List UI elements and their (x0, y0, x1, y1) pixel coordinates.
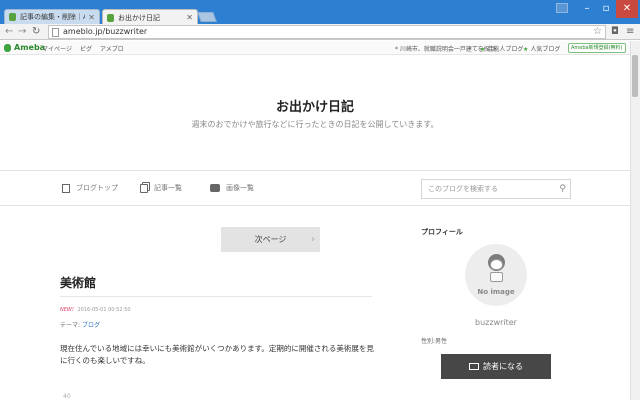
tab-odekake-diary[interactable]: お出かけ日記 ✕ (102, 9, 198, 25)
nav-label: ブログトップ (76, 184, 118, 192)
avatar-caption: No image (477, 288, 515, 296)
post-footer-count: 40 (63, 393, 71, 400)
browser-titlebar: 記事の編集・削除｜Ameb ✕ お出かけ日記 ✕ – ▫ ✕ (0, 0, 640, 25)
ameblo-link[interactable]: アメブロ (100, 44, 124, 53)
ameba-logo[interactable]: Ameba (4, 43, 45, 52)
bookmark-star-icon[interactable]: ☆ (593, 26, 602, 38)
back-arrow-icon[interactable]: ← (5, 26, 13, 37)
post-date: NEW! 2016-05-01 00:52:50 (60, 307, 131, 313)
nav-blog-top[interactable]: ブログトップ (62, 183, 118, 193)
ameba-pig-icon (4, 43, 11, 52)
menu-icon[interactable]: ≡ (626, 26, 634, 37)
theme-label: テーマ: (60, 322, 81, 329)
new-tab-button[interactable] (197, 12, 217, 22)
profile-heading: プロフィール (421, 228, 463, 236)
blog-nav: ブログトップ 記事一覧 画像一覧 このブログを検索する ⚲ (0, 170, 630, 206)
nav-image-list[interactable]: 画像一覧 (210, 183, 254, 193)
profile-gender: 性別:男性 (421, 338, 448, 345)
tab-title: お出かけ日記 (118, 13, 160, 22)
avatar[interactable]: No image (465, 244, 527, 306)
avatar-body (490, 272, 503, 282)
page-icon (52, 28, 59, 37)
reader-button-label: 読者になる (483, 362, 523, 371)
theme-link[interactable]: ブログ (82, 322, 100, 329)
post-theme: テーマ: ブログ (60, 320, 100, 329)
popular-blog-link[interactable]: 人気ブログ (523, 44, 560, 53)
ameba-favicon-icon (107, 13, 114, 22)
next-page-label: 次ページ (254, 235, 287, 244)
url-text: ameblo.jp/buzzwriter (63, 27, 148, 36)
scrollbar-thumb[interactable] (632, 55, 638, 97)
address-bar: ← → ↻ ameblo.jp/buzzwriter ☆ ◘ ≡ (0, 24, 640, 40)
post-body: 現在住んでいる地域には幸いにも美術館がいくつかあります。定期的に開催される美術展… (60, 344, 374, 365)
reload-icon[interactable]: ↻ (32, 26, 40, 37)
nav-article-list[interactable]: 記事一覧 (140, 183, 182, 193)
ameba-logo-text: Ameba (14, 43, 46, 52)
user-profile-icon[interactable] (556, 3, 568, 13)
search-placeholder: このブログを検索する (428, 185, 498, 193)
nav-label: 記事一覧 (154, 184, 182, 192)
ameba-favicon-icon (9, 13, 16, 21)
url-input[interactable]: ameblo.jp/buzzwriter ☆ (48, 25, 606, 39)
chevron-right-icon: › (311, 234, 315, 245)
tab-edit-article[interactable]: 記事の編集・削除｜Ameb ✕ (4, 9, 100, 24)
search-icon[interactable]: ⚲ (559, 180, 566, 198)
pigg-link[interactable]: ピグ (80, 44, 92, 53)
next-page-button[interactable]: 次ページ › (221, 227, 320, 252)
book-icon (469, 363, 479, 370)
close-window-button[interactable]: ✕ (616, 0, 638, 18)
copy-icon (140, 183, 148, 193)
mypage-link[interactable]: マイページ (42, 44, 72, 53)
camera-icon (210, 184, 220, 192)
home-icon (62, 183, 70, 193)
register-button[interactable]: Ameba新規登録(無料) (568, 43, 626, 53)
forward-arrow-icon[interactable]: → (18, 26, 26, 37)
become-reader-button[interactable]: 読者になる (441, 354, 551, 379)
blog-title[interactable]: お出かけ日記 (0, 96, 630, 115)
close-icon[interactable]: ✕ (88, 13, 95, 22)
ameba-header-bar: Ameba マイページ ピグ アメブロ * 川崎市、就職説明会一戸建てを探せ 芸… (0, 41, 630, 55)
post-date-text: 2016-05-01 00:52:50 (77, 307, 131, 313)
username[interactable]: buzzwriter (465, 318, 527, 327)
blog-search-input[interactable]: このブログを検索する ⚲ (421, 179, 571, 199)
minimize-button[interactable]: – (578, 0, 596, 18)
camera-icon[interactable]: ◘ (611, 26, 619, 37)
tab-title: 記事の編集・削除｜Ameb (20, 13, 85, 21)
new-badge: NEW! (60, 307, 74, 313)
divider (60, 296, 372, 297)
close-icon[interactable]: ✕ (186, 13, 193, 22)
post-title[interactable]: 美術館 (60, 274, 96, 291)
celebrity-blog-link[interactable]: 芸能人ブログ (480, 44, 523, 53)
nav-label: 画像一覧 (226, 184, 254, 192)
avatar-face (490, 259, 503, 270)
blog-subtitle: 週末のおでかけや旅行などに行ったときの日記を公開していきます。 (191, 120, 439, 129)
maximize-button[interactable]: ▫ (597, 0, 615, 18)
